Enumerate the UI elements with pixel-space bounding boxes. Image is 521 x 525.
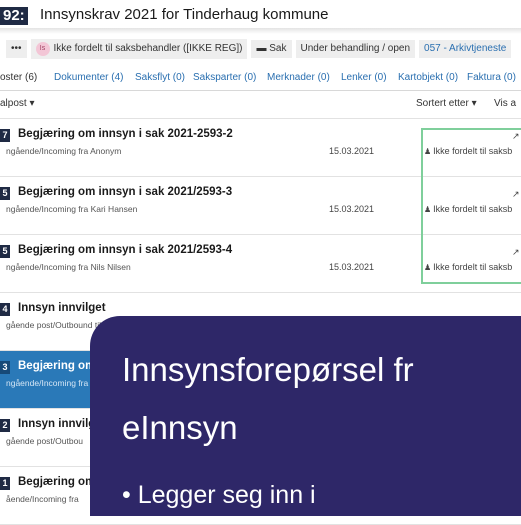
record-title[interactable]: Begjæring om innsyn i sak 2021-2593-2 [18,128,233,140]
record-subtitle: ående/Incoming fra [6,494,79,504]
case-meta-bar: ••• Is Ikke fordelt til saksbehandler ([… [6,39,512,59]
record-subtitle: ngående/Incoming fra Nils Nilsen [6,262,131,272]
filter-dropdown[interactable]: alpost ▾ [0,98,34,109]
assignee-chip[interactable]: Is Ikke fordelt til saksbehandler ([IKKE… [30,39,248,59]
status-chip[interactable]: Under behandling / open [295,40,416,58]
case-type-label: Sak [269,43,287,54]
highlight-box [421,128,521,284]
slide-bullet: • Legger seg inn i [122,481,316,509]
record-title[interactable]: Innsyn innvilg [18,418,95,430]
slide-title-line1: Innsynsforepørsel fr [122,351,414,388]
record-number-badge: 3 [0,361,10,374]
avatar: Is [35,42,50,56]
tab-bar: oster (6) Dokumenter (4) Saksflyt (0) Sa… [0,70,521,91]
record-subtitle: gående post/Outbound til [6,320,101,330]
case-header: 92: Innsynskrav 2021 for Tinderhaug komm… [0,0,521,28]
record-title[interactable]: Begjæring om [18,360,95,372]
record-number-badge: 7 [0,129,10,142]
tab-saksflyt[interactable]: Saksflyt (0) [135,72,185,83]
record-subtitle: ngående/Incoming fra [6,378,89,388]
assignee-label: Ikke fordelt til saksbehandler ([IKKE RE… [53,43,243,54]
view-dropdown[interactable]: Vis a [494,98,516,109]
record-subtitle: ngående/Incoming fra Anonym [6,146,122,156]
record-title[interactable]: Begjæring om innsyn i sak 2021/2593-4 [18,244,232,256]
record-date: 15.03.2021 [329,262,375,272]
slide-title-line2: eInnsyn [122,409,238,446]
record-date: 15.03.2021 [329,146,375,156]
record-date: 15.03.2021 [329,204,375,214]
record-title[interactable]: Innsyn innvilget [18,302,106,314]
tab-saksparter[interactable]: Saksparter (0) [193,72,256,83]
record-number-badge: 2 [0,419,10,432]
tab-dokumenter[interactable]: Dokumenter (4) [54,72,123,83]
folder-icon: ▬ [256,43,267,54]
header-divider [0,28,521,34]
tab-lenker[interactable]: Lenker (0) [341,72,387,83]
more-actions-button[interactable]: ••• [6,40,27,58]
list-toolbar: alpost ▾ Sortert etter ▾ Vis a [0,92,521,118]
sort-dropdown[interactable]: Sortert etter ▾ [416,98,477,109]
presentation-slide-overlay: Innsynsforepørsel fr eInnsyn • Legger se… [90,316,521,516]
tab-journalposter[interactable]: oster (6) [0,72,37,83]
case-type-chip[interactable]: ▬ Sak [251,40,292,58]
record-subtitle: gående post/Outbou [6,436,84,446]
case-title: Innsynskrav 2021 for Tinderhaug kommune [40,6,329,23]
tab-kartobjekt[interactable]: Kartobjekt (0) [398,72,458,83]
tab-faktura[interactable]: Faktura (0) [467,72,516,83]
record-number-badge: 5 [0,245,10,258]
record-number-badge: 4 [0,303,10,316]
record-title[interactable]: Begjæring om [18,476,95,488]
record-number-badge: 1 [0,477,10,490]
record-title[interactable]: Begjæring om innsyn i sak 2021/2593-3 [18,186,232,198]
tab-merknader[interactable]: Merknader (0) [267,72,330,83]
case-id: 92: [0,7,28,25]
record-number-badge: 5 [0,187,10,200]
archive-code-chip[interactable]: 057 - Arkivtjeneste [419,40,512,58]
record-subtitle: ngående/Incoming fra Kari Hansen [6,204,138,214]
